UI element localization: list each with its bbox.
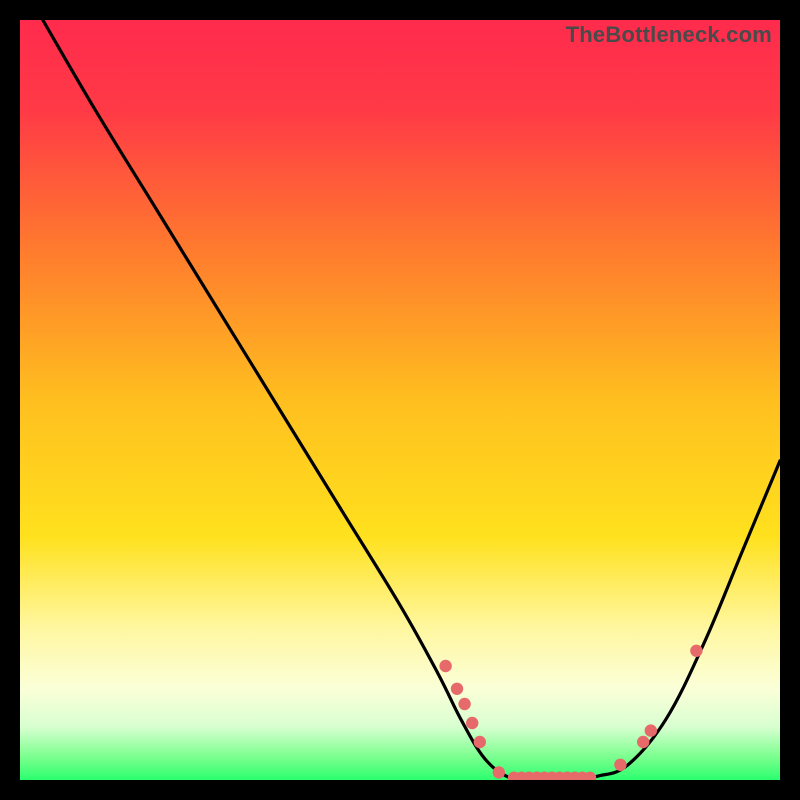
data-marker [458, 698, 470, 710]
data-marker [474, 736, 486, 748]
data-marker [614, 759, 626, 771]
data-marker [637, 736, 649, 748]
data-marker [466, 717, 478, 729]
chart-frame: TheBottleneck.com [20, 20, 780, 780]
data-marker [439, 660, 451, 672]
bottleneck-chart [20, 20, 780, 780]
data-marker [690, 645, 702, 657]
data-marker [493, 766, 505, 778]
watermark-text: TheBottleneck.com [566, 22, 772, 48]
data-marker [451, 683, 463, 695]
gradient-background [20, 20, 780, 780]
data-marker [645, 724, 657, 736]
